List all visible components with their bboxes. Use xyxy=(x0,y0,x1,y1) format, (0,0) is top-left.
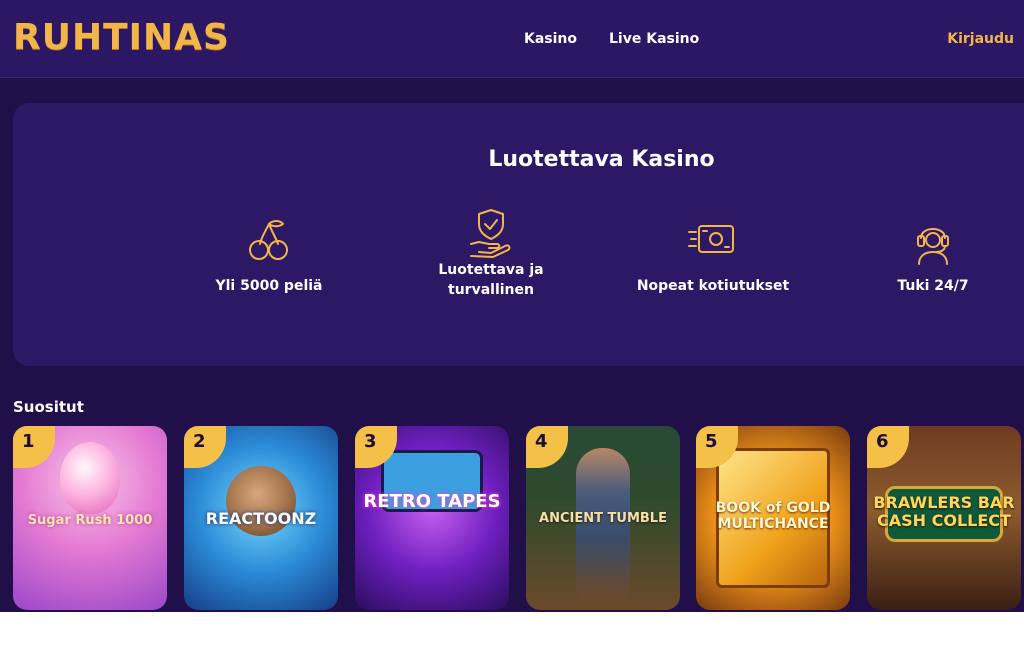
rank-badge: 2 xyxy=(184,426,226,468)
rank-badge: 1 xyxy=(13,426,55,468)
rank-badge: 6 xyxy=(867,426,909,468)
headset-support-icon xyxy=(917,228,949,265)
nav-link-kasino[interactable]: Kasino xyxy=(524,29,577,49)
game-card[interactable]: RETRO TAPES 3 xyxy=(355,426,509,610)
game-artwork xyxy=(60,442,120,514)
game-card[interactable]: REACTOONZ 2 xyxy=(184,426,338,610)
game-title: REACTOONZ xyxy=(205,509,317,528)
feature-trusted-safe: Luotettava ja turvallinen xyxy=(401,206,581,300)
nav-link-live-kasino[interactable]: Live Kasino xyxy=(609,29,699,49)
shield-hand-icon xyxy=(470,209,511,258)
game-title: ANCIENT TUMBLE xyxy=(539,511,667,526)
feature-label: Tuki 24/7 xyxy=(897,278,969,294)
popular-games-row: Sugar Rush 1000 1 REACTOONZ 2 RETRO TAPE… xyxy=(13,426,1024,612)
game-card[interactable]: ANCIENT TUMBLE 4 xyxy=(526,426,680,610)
feature-fast-withdrawals: Nopeat kotiutukset xyxy=(623,214,803,296)
popular-section-title: Suositut xyxy=(13,398,84,416)
main-nav: Kasino Live Kasino xyxy=(0,29,1024,49)
game-title: BRAWLERS BAR CASH COLLECT xyxy=(873,493,1015,530)
game-card[interactable]: BRAWLERS BAR CASH COLLECT 6 xyxy=(867,426,1021,610)
page-bottom-area xyxy=(0,612,1024,657)
game-title: BOOK of GOLD MULTICHANCE xyxy=(715,500,831,532)
game-title: Sugar Rush 1000 xyxy=(27,513,153,528)
cherries-icon xyxy=(249,220,288,260)
feature-label: Yli 5000 peliä xyxy=(215,278,323,294)
feature-support-247: Tuki 24/7 xyxy=(843,214,1023,296)
game-title: RETRO TAPES xyxy=(363,491,501,512)
banknote-speed-icon xyxy=(688,225,734,253)
site-header: RUHTINAS Kasino Live Kasino Kirjaudu xyxy=(0,0,1024,78)
feature-games-count: Yli 5000 peliä xyxy=(179,214,359,296)
feature-label: Nopeat kotiutukset xyxy=(636,278,790,294)
trust-banner-title: Luotettava Kasino xyxy=(488,147,715,172)
login-link[interactable]: Kirjaudu xyxy=(947,29,1014,49)
rank-badge: 4 xyxy=(526,426,568,468)
game-card[interactable]: BOOK of GOLD MULTICHANCE 5 xyxy=(696,426,850,610)
feature-label: Luotettava ja turvallinen xyxy=(438,262,544,298)
game-card[interactable]: Sugar Rush 1000 1 xyxy=(13,426,167,610)
